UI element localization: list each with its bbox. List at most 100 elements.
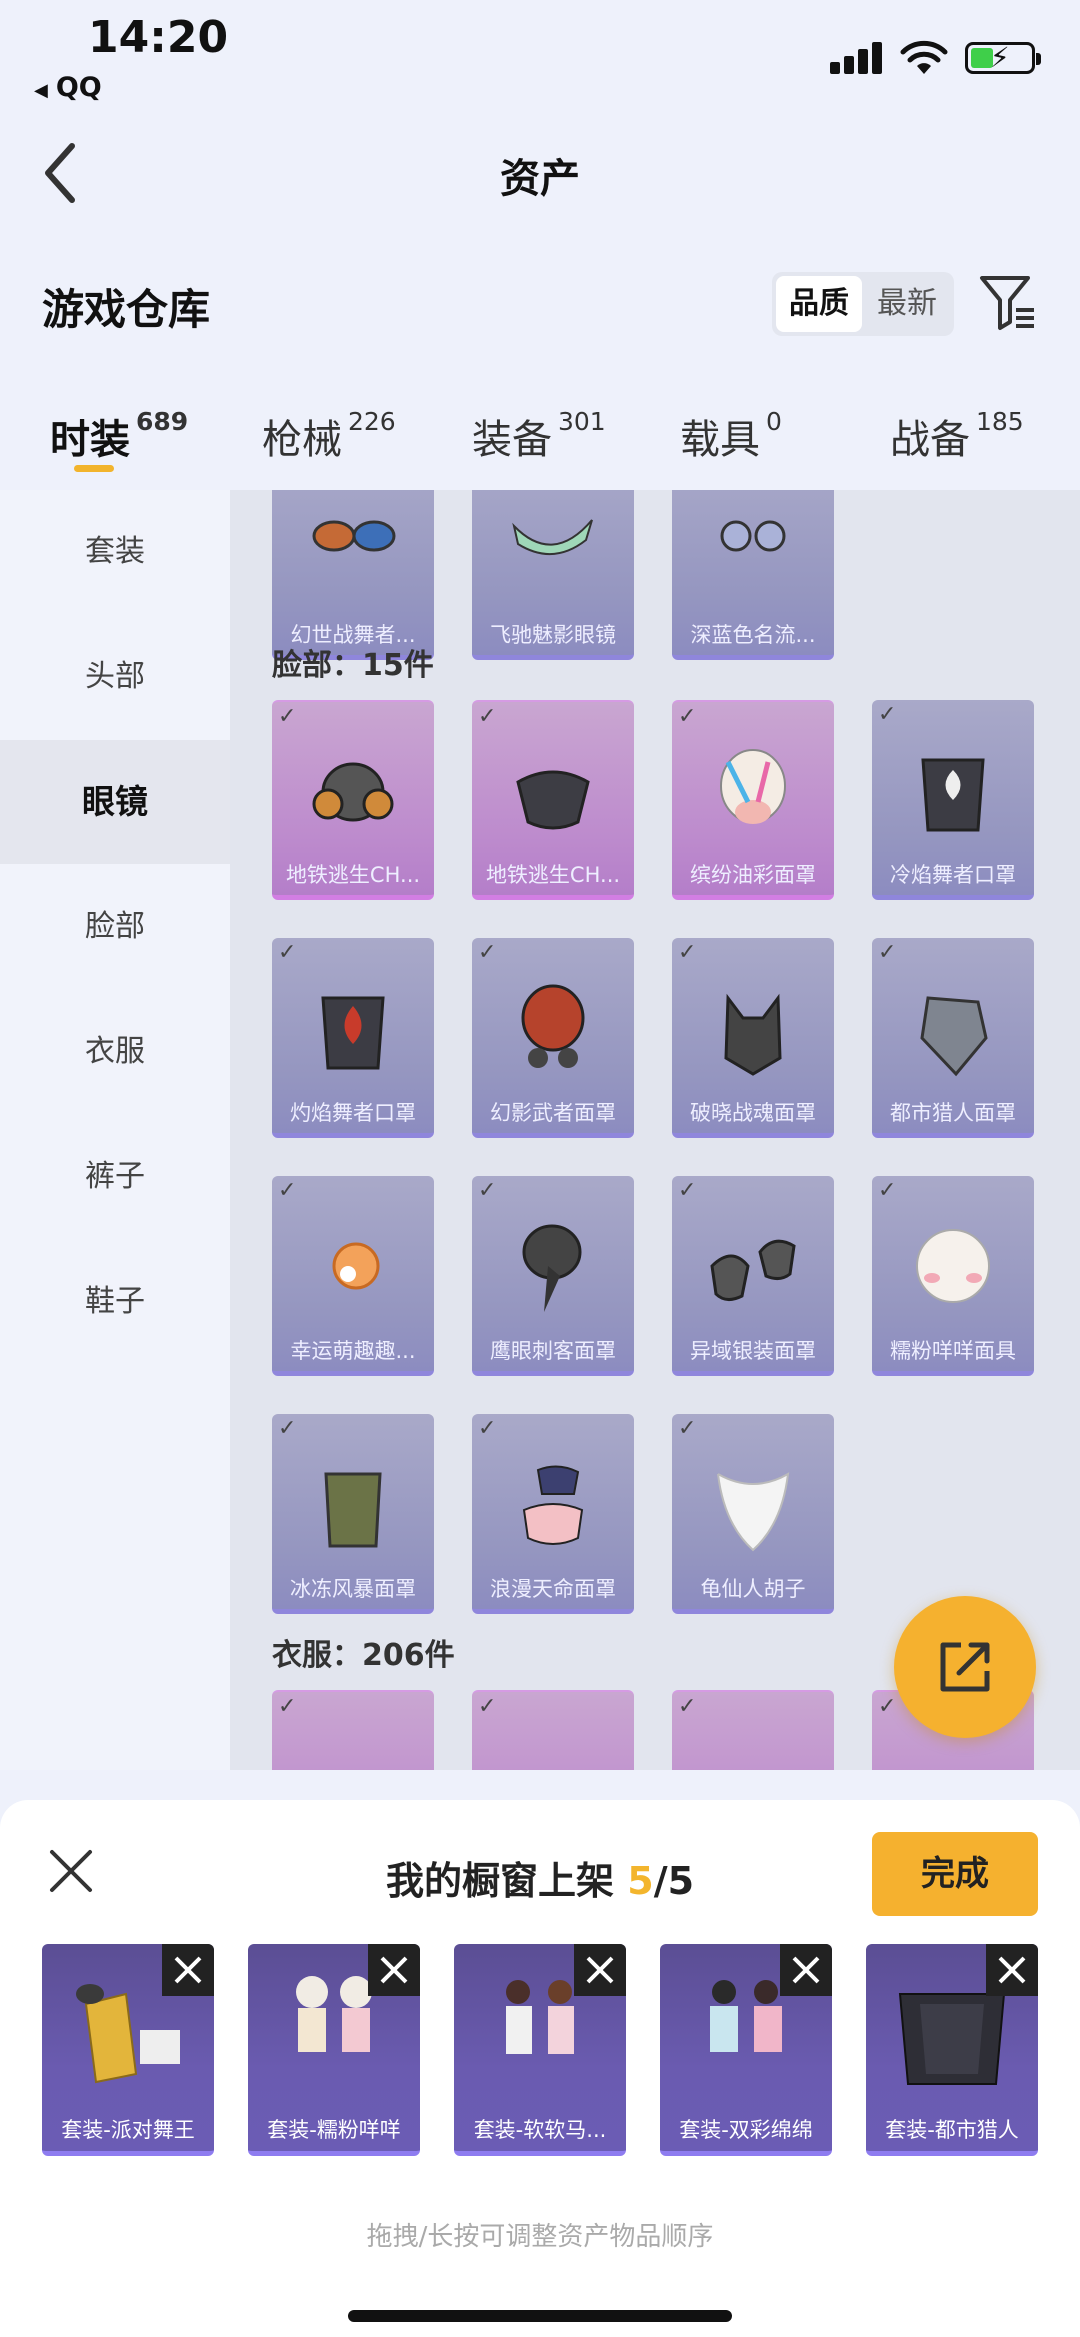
filter-icon[interactable] [978,270,1038,334]
item-card[interactable]: 深蓝色名流... [672,490,834,660]
item-card[interactable]: ✓ 冷焰舞者口罩 [872,700,1034,900]
item-card[interactable]: ✓ 冰冻风暴面罩 [272,1414,434,1614]
check-icon: ✓ [678,1178,697,1203]
camo-mask-icon [324,1472,382,1548]
plague-mask-icon [522,1224,582,1312]
beard-icon [717,1472,790,1552]
close-icon [792,1956,820,1984]
bandana-icon [920,996,988,1077]
item-card[interactable]: ✓ 幸运萌趣趣... [272,1176,434,1376]
remove-slot-button[interactable] [780,1944,832,1996]
sidebar: 套装 头部 眼镜 脸部 衣服 裤子 鞋子 [0,490,230,1770]
showcase-slot[interactable]: 套装-双彩绵绵 [660,1944,832,2156]
sidebar-item-clothes[interactable]: 衣服 [0,990,230,1114]
item-card[interactable]: ✓ 破晓战魂面罩 [672,938,834,1138]
sort-newest-button[interactable]: 最新 [864,276,950,332]
battery-icon: ⚡ [965,41,1041,74]
item-card[interactable]: ✓ 糯粉咩咩面具 [872,1176,1034,1376]
showcase-slot[interactable]: 套装-软软马... [454,1944,626,2156]
item-card[interactable]: ✓ 都市猎人面罩 [872,938,1034,1138]
item-label: 异域银装面罩 [690,1339,816,1363]
showcase-slot[interactable]: 套装-都市猎人 [866,1944,1038,2156]
item-card[interactable]: ✓ 幻影武者面罩 [472,938,634,1138]
item-card[interactable]: ✓ [272,1690,434,1770]
home-indicator [348,2310,732,2322]
tab-guns[interactable]: 枪械 226 [262,407,396,465]
item-label: 鹰眼刺客面罩 [490,1339,616,1363]
done-button[interactable]: 完成 [872,1832,1038,1916]
back-app-label: QQ [55,72,102,103]
item-card[interactable]: ✓ [472,1690,634,1770]
item-label: 糯粉咩咩面具 [890,1339,1016,1363]
sidebar-item-shoes[interactable]: 鞋子 [0,1240,230,1364]
showcase-sheet: 我的橱窗上架 5/5 完成 套装-派对舞王 套装-糯粉咩咩 套装-软软马... … [0,1800,1080,2337]
section-title-face: 脸部：15件 [272,648,434,683]
slot-label: 套装-糯粉咩咩 [267,2118,401,2142]
item-card[interactable]: ✓ 浪漫天命面罩 [472,1414,634,1614]
tab-combat-gear[interactable]: 战备 185 [890,407,1024,465]
sidebar-item-head[interactable]: 头部 [0,615,230,739]
tab-fashion[interactable]: 时装 689 [50,407,188,465]
tab-count: 689 [136,407,189,436]
close-icon [174,1956,202,1984]
close-icon [586,1956,614,1984]
share-button[interactable] [894,1596,1036,1738]
remove-slot-button[interactable] [368,1944,420,1996]
check-icon: ✓ [878,1694,897,1719]
item-card[interactable]: ✓ 鹰眼刺客面罩 [472,1176,634,1376]
item-card[interactable]: 飞驰魅影眼镜 [472,490,634,660]
wolf-mask-icon [724,993,782,1076]
reorder-hint: 拖拽/长按可调整资产物品顺序 [366,2222,714,2252]
showcase-slot[interactable]: 套装-派对舞王 [42,1944,214,2156]
item-label: 地铁逃生CH... [285,863,421,887]
signal-icon [830,40,882,74]
item-card[interactable]: ✓ 龟仙人胡子 [672,1414,834,1614]
check-icon: ✓ [478,1416,497,1441]
check-icon: ✓ [278,1178,297,1203]
item-card[interactable]: ✓ 异域银装面罩 [672,1176,834,1376]
sidebar-item-pants[interactable]: 裤子 [0,1115,230,1239]
wifi-icon [900,40,948,74]
gas-mask-icon [312,762,394,822]
round-glasses-icon [720,520,786,552]
category-tabs: 时装 689 枪械 226 装备 301 载具 0 战备 185 [0,395,1080,485]
item-card[interactable]: ✓ 地铁逃生CH... [472,700,634,900]
item-card[interactable]: ✓ 缤纷油彩面罩 [672,700,834,900]
item-card[interactable]: ✓ [672,1690,834,1770]
remove-slot-button[interactable] [986,1944,1038,1996]
sidebar-item-face[interactable]: 脸部 [0,865,230,989]
sort-quality-button[interactable]: 品质 [776,276,862,332]
back-to-app-link[interactable]: ◀ QQ [34,72,102,103]
check-icon: ✓ [478,1178,497,1203]
item-label: 破晓战魂面罩 [690,1101,816,1125]
half-mask-icon [516,770,590,830]
pig-mask-icon [720,749,786,824]
remove-slot-button[interactable] [162,1944,214,1996]
check-icon: ✓ [478,940,497,965]
item-grid: 幻世战舞者... 飞驰魅影眼镜 深蓝色名流... 脸部：15件 ✓ 地铁逃生CH… [230,490,1080,1770]
item-label: 都市猎人面罩 [890,1101,1016,1125]
check-icon: ✓ [878,702,897,727]
tab-label: 战备 [890,417,970,463]
item-card[interactable]: ✓ 灼焰舞者口罩 [272,938,434,1138]
status-bar: 14:20 ◀ QQ ⚡ [0,0,1080,110]
tab-vehicles[interactable]: 载具 0 [680,407,782,465]
item-card[interactable]: 幻世战舞者... [272,490,434,660]
item-card[interactable]: ✓ 地铁逃生CH... [272,700,434,900]
remove-slot-button[interactable] [574,1944,626,1996]
lucky-charm-icon [332,1242,380,1290]
close-icon [998,1956,1026,1984]
sidebar-item-suits[interactable]: 套装 [0,490,230,614]
tab-label: 枪械 [262,417,342,463]
check-icon: ✓ [878,1178,897,1203]
tab-equipment[interactable]: 装备 301 [472,407,606,465]
sort-toggle: 品质 最新 [772,272,954,336]
check-icon: ✓ [678,1416,697,1441]
slot-label: 套装-派对舞王 [61,2118,195,2142]
sheep-mask-icon [916,1229,990,1303]
showcase-slot[interactable]: 套装-糯粉咩咩 [248,1944,420,2156]
share-export-icon [940,1642,990,1692]
showcase-total-count: /5 [653,1859,695,1903]
sidebar-item-glasses[interactable]: 眼镜 [0,740,230,864]
check-icon: ✓ [278,1416,297,1441]
